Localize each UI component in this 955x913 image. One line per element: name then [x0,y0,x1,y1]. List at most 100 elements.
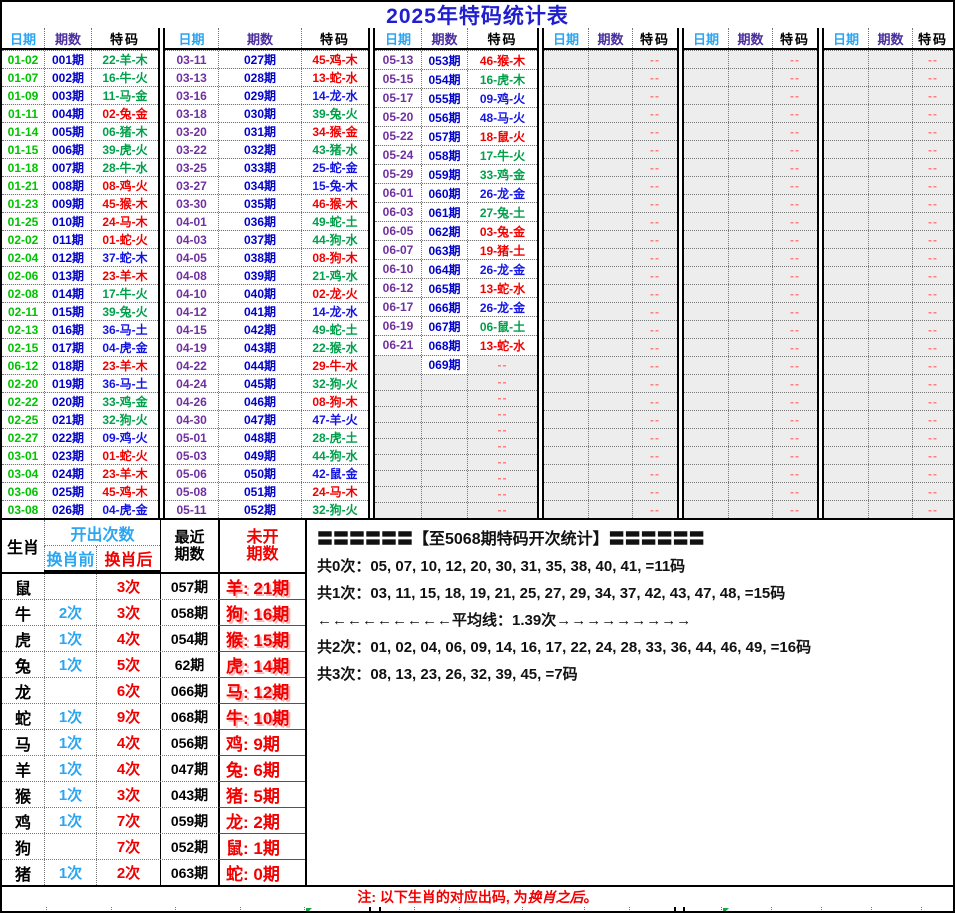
period-row: 04-26 046期 08-狗-木 [165,392,368,410]
period-cell [421,422,467,438]
period-row: 02-08 014期 17-牛-火 [2,284,158,302]
date-cell: 05-08 [165,483,218,500]
period-cell [588,249,632,266]
date-cell: 03-27 [165,177,218,194]
date-cell: 01-15 [2,141,44,158]
number-cell: 21 [770,907,821,911]
code-cell: -- [772,411,817,428]
date-cell [824,51,868,68]
date-cell: 06-03 [375,203,421,222]
count-before-cell: 1次 [44,652,96,677]
period-cell [728,105,772,122]
period-cell [868,285,912,302]
period-cell [728,393,772,410]
period-cell: 019期 [44,375,91,392]
date-cell [544,51,588,68]
period-row: 05-03 049期 44-狗-水 [165,446,368,464]
period-row-empty: -- [684,302,817,320]
count-after-cell: 4次 [96,756,160,781]
code-cell: 33-鸡-金 [91,393,158,410]
missing-periods-cell: 虎: 14期 [218,651,305,677]
zodiac-label: 猪 [14,866,31,884]
code-cell: 39-兔-火 [301,105,368,122]
period-cell: 052期 [218,501,301,518]
period-row: 02-11 015期 39-兔-火 [2,302,158,320]
code-column-header: 特码 [772,28,817,48]
date-cell [824,87,868,104]
period-cell [728,51,772,68]
period-row-empty: -- [684,284,817,302]
period-row-empty: -- [684,194,817,212]
date-cell [375,390,421,406]
date-cell [684,195,728,212]
count-after-cell: 5次 [96,652,160,677]
period-cell [728,303,772,320]
period-cell [728,177,772,194]
period-cell: 026期 [44,501,91,518]
date-cell [684,465,728,482]
code-cell: 39-虎-火 [91,141,158,158]
period-row: 01-15 006期 39-虎-火 [2,140,158,158]
period-cell [588,465,632,482]
missing-periods-cell: 羊: 21期 [218,574,305,599]
date-cell [824,267,868,284]
code-cell: -- [912,465,953,482]
period-row-empty: -- [684,68,817,86]
recent-period-cell: 056期 [160,730,218,755]
number-cell: 09 [721,907,771,911]
period-row-empty: -- [824,320,953,338]
period-cell [868,87,912,104]
code-cell: 48-马-火 [467,108,537,127]
code-cell: 32-狗-火 [91,411,158,428]
period-row: 03-13 028期 13-蛇-水 [165,68,368,86]
period-row: 03-30 035期 46-猴-木 [165,194,368,212]
date-cell [684,141,728,158]
period-row-empty: -- [544,140,677,158]
code-cell: -- [632,267,677,284]
period-cell [588,339,632,356]
period-row-empty: -- [824,140,953,158]
period-cell [728,339,772,356]
count-before-cell: 1次 [44,730,96,755]
column-group-separator [537,28,544,518]
code-cell: -- [912,303,953,320]
period-row: 02-02 011期 01-蛇-火 [2,230,158,248]
period-row-empty: -- [684,356,817,374]
period-row: 02-13 016期 36-马-土 [2,320,158,338]
date-cell [375,422,421,438]
period-row: 069期 -- [375,354,537,374]
period-row: 05-15 054期 16-虎-木 [375,69,537,89]
spreadsheet: 2025年特码统计表 日期 期数 特码 01-02 001期 22-羊-木 01-07 002… [0,0,955,913]
code-cell: -- [632,87,677,104]
count-after-cell: 2次 [96,860,160,885]
code-cell: -- [632,123,677,140]
date-cell [824,123,868,140]
period-row-empty: -- [544,338,677,356]
code-cell: -- [772,303,817,320]
summary-line: 〓〓〓〓〓〓【至5068期特码开次统计】〓〓〓〓〓〓 [317,531,705,548]
zodiac-number-table: 牛1729鼠061842猪43狗083244 [379,907,676,911]
period-row: 06-03 061期 27-兔-土 [375,202,537,222]
period-cell: 024期 [44,465,91,482]
code-cell: -- [632,195,677,212]
code-cell: 06-猪-木 [91,123,158,140]
stats-header-before-change: 换肖前 [44,546,96,570]
zodiac-label: 马 [14,736,31,754]
code-cell: 24-马-木 [301,483,368,500]
period-cell [588,483,632,500]
code-cell: 37-蛇-木 [91,249,158,266]
period-row: 04-10 040期 02-龙-火 [165,284,368,302]
period-cell [421,406,467,422]
period-column-group: 日期 期数 特码 05-13 053期 46-猴-木 05-15 054期 16-虎-木 05-1… [375,28,537,518]
period-row-empty: -- [824,68,953,86]
date-column-header: 日期 [544,28,588,48]
date-cell: 02-20 [2,375,44,392]
code-cell: -- [632,285,677,302]
period-cell: 012期 [44,249,91,266]
column-header-row: 日期 期数 特码 [165,28,368,50]
period-row-empty: -- [824,464,953,482]
column-header-row: 日期 期数 特码 [544,28,677,50]
period-row-empty: -- [544,500,677,518]
count-before-cell: 1次 [44,782,96,807]
date-cell: 01-21 [2,177,44,194]
